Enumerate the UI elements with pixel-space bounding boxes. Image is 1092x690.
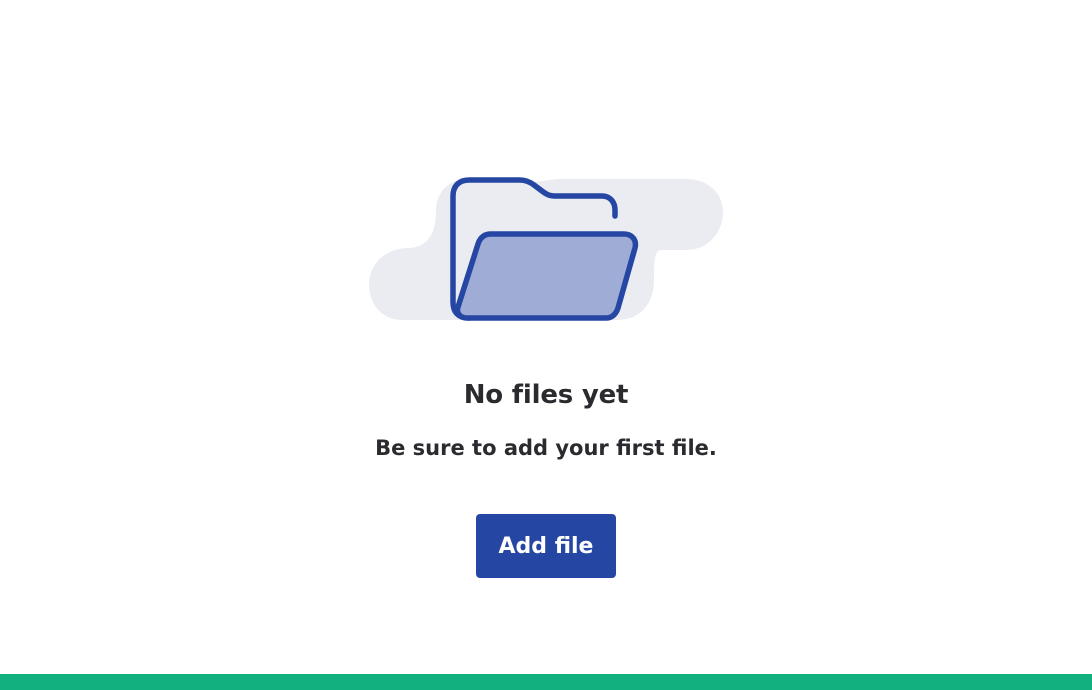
add-file-button[interactable]: Add file (476, 514, 616, 578)
open-folder-icon (369, 177, 723, 321)
empty-state-subtitle: Be sure to add your first file. (375, 436, 717, 460)
bottom-accent-bar (0, 674, 1092, 690)
folder-front (454, 231, 639, 321)
empty-state: No files yet Be sure to add your first f… (0, 0, 1092, 674)
empty-state-title: No files yet (463, 380, 629, 410)
page: No files yet Be sure to add your first f… (0, 0, 1092, 690)
